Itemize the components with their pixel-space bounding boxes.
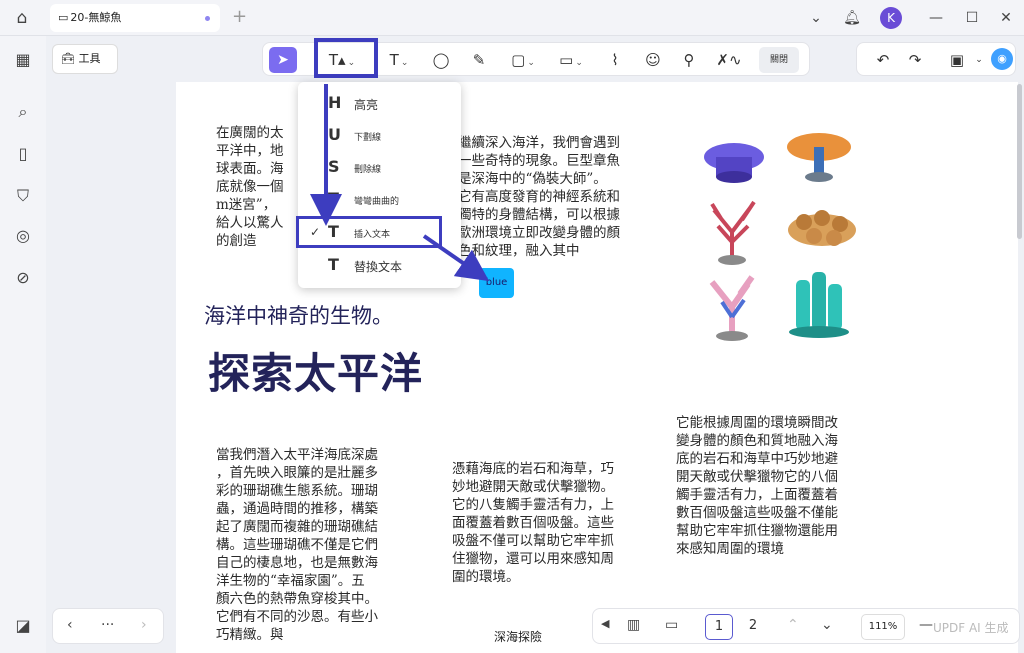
bookmark-icon[interactable]: ⛉: [13, 186, 33, 206]
page-nav-left: ‹ ··· ›: [52, 608, 164, 644]
document-tab[interactable]: ▭ 20-無鯨魚: [50, 4, 220, 32]
chevron-right-icon[interactable]: ›: [141, 617, 147, 633]
chevron-down-icon: ⌄: [527, 58, 535, 68]
tab-title: 20-無鯨魚: [70, 11, 122, 24]
chevron-left-icon[interactable]: ‹: [67, 617, 73, 633]
column-2-top-text: 繼續深入海洋，我們會遇到 一些奇特的現象。巨型章魚 是深海中的“偽裝大師”。 它有高度…: [458, 135, 620, 259]
image-caption: 深海探險: [494, 630, 543, 644]
title-bar: ⌂ ▭ 20-無鯨魚 + ⌄ 🔔︎ K — ☐ ✕: [0, 0, 1024, 36]
chevron-up-icon[interactable]: ⌃: [787, 617, 799, 633]
more-icon[interactable]: ···: [101, 617, 114, 633]
teal-tube-coral-image: [789, 272, 849, 338]
page-icon[interactable]: ▯: [13, 144, 33, 164]
search-icon[interactable]: ⌕: [13, 102, 33, 122]
layers-icon[interactable]: ◪: [13, 616, 33, 636]
section-heading: 海洋中神奇的生物。: [204, 304, 393, 328]
toolbox-icon: 🧰︎: [61, 52, 75, 65]
paperclip-icon[interactable]: ⌇: [603, 47, 627, 73]
menu-item-label: 彎彎曲曲的: [354, 197, 400, 207]
replace-text-icon: T: [328, 255, 339, 274]
bell-icon[interactable]: 🔔︎: [840, 6, 864, 30]
menu-item-label: 刪除線: [354, 165, 382, 175]
comment-list-icon[interactable]: ◎: [13, 226, 33, 246]
chevron-down-icon[interactable]: ⌄: [804, 6, 828, 30]
menu-item-highlight[interactable]: H 高亮: [298, 88, 461, 118]
menu-item-underline[interactable]: U 下劃線: [298, 120, 461, 150]
purple-anemone-image: [704, 143, 764, 183]
undo-icon[interactable]: ↶: [871, 47, 895, 73]
minimize-icon[interactable]: —: [924, 6, 948, 30]
chevron-down-icon: ⌄: [575, 58, 583, 68]
comment-icon[interactable]: ◯: [429, 47, 453, 73]
page-2-button[interactable]: 2: [739, 614, 767, 640]
sticker-icon[interactable]: ☺: [641, 47, 665, 73]
toolbox-label: 工具: [78, 52, 101, 65]
orange-coral-image: [787, 133, 851, 182]
left-sidebar: ▦ ⌕ ▯ ⛉ ◎ ⊘ ◪: [0, 36, 46, 653]
stamp-icon[interactable]: ⚲: [677, 47, 701, 73]
menu-item-replace-text[interactable]: T 替換文本: [298, 250, 461, 280]
vertical-scrollbar[interactable]: [1017, 84, 1022, 239]
red-branch-coral-image: [710, 200, 756, 265]
column-2-bottom-text: 憑藉海底的岩石和海草，巧 妙地避開天敵或伏擊獵物。 它的八隻觸手靈活有力，上 面覆蓋着…: [452, 461, 614, 585]
avatar[interactable]: K: [880, 7, 902, 29]
squiggly-icon: T: [328, 189, 339, 208]
signature-icon[interactable]: ✗∿: [715, 47, 743, 73]
reading-mode-icon[interactable]: ▥: [627, 617, 640, 633]
maximize-icon[interactable]: ☐: [960, 6, 984, 30]
attachment-icon[interactable]: ⊘: [13, 268, 33, 288]
save-icon[interactable]: ▣: [945, 47, 969, 73]
new-tab-icon[interactable]: +: [232, 6, 247, 27]
markup-tool-highlight: [314, 38, 378, 78]
annotation-color-chip[interactable]: blue: [479, 268, 514, 298]
pen-icon[interactable]: ✎: [467, 47, 491, 73]
close-toolbar-button[interactable]: 關閉: [759, 47, 799, 73]
menu-item-strikethrough[interactable]: S 刪除線: [298, 152, 461, 182]
column-1-top-text: 在廣闊的太 平洋中，地 球表面。海 底就像一個 m迷宮”， 給人以驚人 的創造: [216, 125, 284, 249]
comment-icon: ▭: [58, 11, 69, 24]
toolbox-button[interactable]: 🧰︎ 工具: [52, 44, 118, 74]
utility-group: ↶ ↷ ▣ ⌄ ◉: [856, 42, 1016, 76]
presentation-icon[interactable]: ▭: [665, 617, 678, 633]
strikethrough-icon: S: [328, 157, 340, 176]
shape-tool[interactable]: ▢ ⌄: [505, 47, 541, 73]
select-pointer-icon[interactable]: ➤: [269, 47, 297, 73]
selected-menu-item-highlight: [296, 216, 442, 248]
chevron-down-icon: ⌄: [400, 58, 409, 68]
text-icon: T: [389, 51, 399, 69]
tan-plate-coral-image: [788, 210, 856, 246]
collapse-icon[interactable]: ◀: [601, 617, 609, 630]
ruler-icon: ▭: [559, 51, 574, 69]
measure-tool[interactable]: ▭ ⌄: [553, 47, 589, 73]
home-icon[interactable]: ⌂: [12, 8, 32, 28]
page-1-button[interactable]: 1: [705, 614, 733, 640]
pink-blue-coral-image: [709, 275, 755, 341]
zoom-level[interactable]: 111%: [861, 614, 905, 640]
unsaved-dot-icon: [205, 16, 210, 21]
page-controls: ◀ ▥ ▭ 1 2 ⌃ ⌄ 111% — UPDF AI 生成: [592, 608, 1020, 644]
close-window-icon[interactable]: ✕: [994, 6, 1018, 30]
coral-illustrations: [704, 133, 856, 341]
chevron-down-icon[interactable]: ⌄: [821, 617, 833, 633]
ai-watermark-label: UPDF AI 生成: [933, 621, 1009, 635]
annotation-toolbar: 🧰︎ 工具 ➤ T▴ ⌄ T ⌄ ◯ ✎ ▢ ⌄ ▭ ⌄ ⌇ ☺ ⚲ ✗∿ 關閉 ↶ ↷…: [46, 36, 1024, 82]
redo-icon[interactable]: ↷: [903, 47, 927, 73]
menu-item-label: 下劃線: [354, 133, 382, 143]
column-3-bottom-text: 它能根據周圍的環境瞬間改 變身體的顏色和質地融入海 底的岩石和海草中巧妙地避 開天敵或…: [676, 415, 838, 557]
ai-assistant-icon[interactable]: ◉: [991, 48, 1013, 70]
apps-grid-icon[interactable]: ▦: [13, 50, 33, 70]
rectangle-icon: ▢: [511, 51, 526, 69]
zoom-out-icon[interactable]: —: [919, 617, 933, 633]
page-title: 探索太平洋: [208, 349, 424, 398]
menu-item-squiggly[interactable]: T 彎彎曲曲的: [298, 184, 461, 214]
underline-icon: U: [328, 125, 341, 144]
chevron-down-icon[interactable]: ⌄: [967, 47, 991, 73]
text-tool[interactable]: T ⌄: [379, 47, 419, 73]
menu-item-label: 高亮: [354, 98, 379, 112]
text-markup-menu: H 高亮 U 下劃線 S 刪除線 T 彎彎曲曲的 ✓ T 插入文本 T 替換文本: [298, 82, 461, 288]
menu-item-label: 替換文本: [354, 260, 403, 274]
highlight-icon: H: [328, 93, 342, 112]
column-1-bottom-text: 當我們潛入太平洋海底深處 ，首先映入眼簾的是壯麗多 彩的珊瑚礁生態系統。珊瑚 蟲，通過…: [216, 447, 378, 643]
